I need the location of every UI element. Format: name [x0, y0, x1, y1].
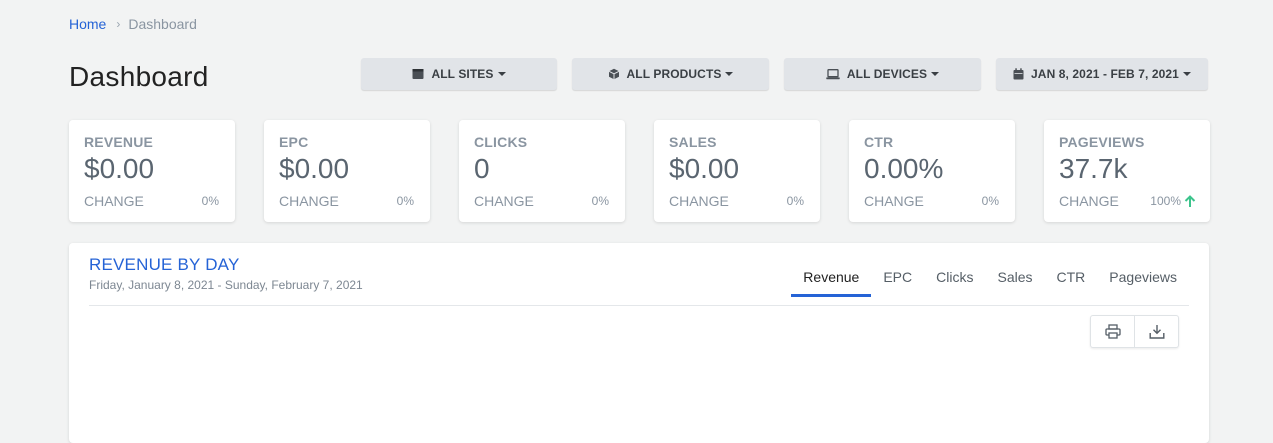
stat-label: REVENUE	[84, 134, 154, 150]
stat-card-sales: SALES $0.00 CHANGE 0%	[654, 120, 820, 222]
download-button[interactable]	[1134, 316, 1178, 347]
stat-change-value: 0%	[202, 194, 219, 208]
tab-clicks[interactable]: Clicks	[924, 269, 985, 296]
chevron-down-icon	[497, 72, 506, 76]
stat-card-ctr: CTR 0.00% CHANGE 0%	[849, 120, 1015, 222]
filter-all-sites-button[interactable]: ALL SITES	[361, 58, 557, 90]
revenue-by-day-panel: REVENUE BY DAY Friday, January 8, 2021 -…	[69, 243, 1209, 443]
tab-pageviews[interactable]: Pageviews	[1097, 269, 1189, 296]
stat-card-epc: EPC $0.00 CHANGE 0%	[264, 120, 430, 222]
stat-change-value: 0%	[982, 194, 999, 208]
stat-change-text: 0%	[981, 194, 999, 208]
chart-tools	[1090, 315, 1179, 348]
cube-icon	[608, 68, 620, 80]
stat-value: 0.00%	[864, 153, 944, 184]
chevron-down-icon	[1182, 72, 1191, 76]
print-button[interactable]	[1091, 316, 1134, 347]
tab-sales[interactable]: Sales	[985, 269, 1044, 296]
panel-subtitle: Friday, January 8, 2021 - Sunday, Februa…	[89, 278, 363, 292]
filter-all-devices-label: ALL DEVICES	[846, 67, 928, 81]
stat-change-label: CHANGE	[669, 193, 729, 209]
stat-change-label: CHANGE	[474, 193, 534, 209]
metric-tabs: Revenue EPC Clicks Sales CTR Pageviews	[791, 269, 1189, 297]
stat-change-value: 0%	[397, 194, 414, 208]
stat-label: PAGEVIEWS	[1059, 134, 1145, 150]
stat-label: CTR	[864, 134, 894, 150]
arrow-up-icon	[1184, 194, 1196, 208]
stat-value: 37.7k	[1059, 153, 1128, 184]
breadcrumb-home-link[interactable]: Home	[69, 16, 106, 32]
chevron-down-icon	[725, 72, 734, 76]
chevron-down-icon	[931, 72, 940, 76]
stat-change-label: CHANGE	[1059, 193, 1119, 209]
stat-value: $0.00	[84, 153, 155, 184]
stat-change-text: 0%	[786, 194, 804, 208]
breadcrumb-separator: ›	[116, 17, 121, 31]
download-icon	[1149, 324, 1165, 339]
stat-label: EPC	[279, 134, 309, 150]
laptop-icon	[826, 68, 840, 80]
stat-value: 0	[474, 153, 490, 184]
tab-epc[interactable]: EPC	[871, 269, 924, 296]
stat-change-value: 0%	[592, 194, 609, 208]
print-icon	[1104, 324, 1121, 339]
stat-change-text: 100%	[1150, 194, 1181, 208]
stat-value: $0.00	[669, 153, 740, 184]
tab-revenue[interactable]: Revenue	[791, 269, 872, 297]
filter-all-sites-label: ALL SITES	[431, 67, 494, 81]
panel-title: REVENUE BY DAY	[89, 255, 240, 274]
stat-value: $0.00	[279, 153, 350, 184]
stat-change-label: CHANGE	[279, 193, 339, 209]
breadcrumb-current: Dashboard	[128, 16, 197, 32]
date-range-button[interactable]: JAN 8, 2021 - FEB 7, 2021	[996, 58, 1208, 90]
stat-label: SALES	[669, 134, 717, 150]
filter-all-products-label: ALL PRODUCTS	[626, 67, 722, 81]
stat-change-text: 0%	[201, 194, 219, 208]
stat-card-revenue: REVENUE $0.00 CHANGE 0%	[69, 120, 235, 222]
filter-all-products-button[interactable]: ALL PRODUCTS	[572, 58, 769, 90]
stat-change-text: 0%	[396, 194, 414, 208]
stat-change-label: CHANGE	[864, 193, 924, 209]
stat-change-value: 0%	[787, 194, 804, 208]
page-title: Dashboard	[69, 61, 209, 92]
calendar-box-icon	[412, 68, 424, 80]
stat-label: CLICKS	[474, 134, 528, 150]
tabs-divider	[89, 305, 1189, 306]
stat-change-label: CHANGE	[84, 193, 144, 209]
stat-change-value: 100%	[1150, 194, 1196, 208]
breadcrumb: Home › Dashboard	[69, 16, 197, 32]
stat-card-pageviews: PAGEVIEWS 37.7k CHANGE 100%	[1044, 120, 1210, 222]
stat-card-clicks: CLICKS 0 CHANGE 0%	[459, 120, 625, 222]
filter-all-devices-button[interactable]: ALL DEVICES	[784, 58, 981, 90]
tab-ctr[interactable]: CTR	[1045, 269, 1098, 296]
calendar-icon	[1013, 68, 1024, 80]
date-range-label: JAN 8, 2021 - FEB 7, 2021	[1031, 67, 1179, 81]
stat-change-text: 0%	[591, 194, 609, 208]
